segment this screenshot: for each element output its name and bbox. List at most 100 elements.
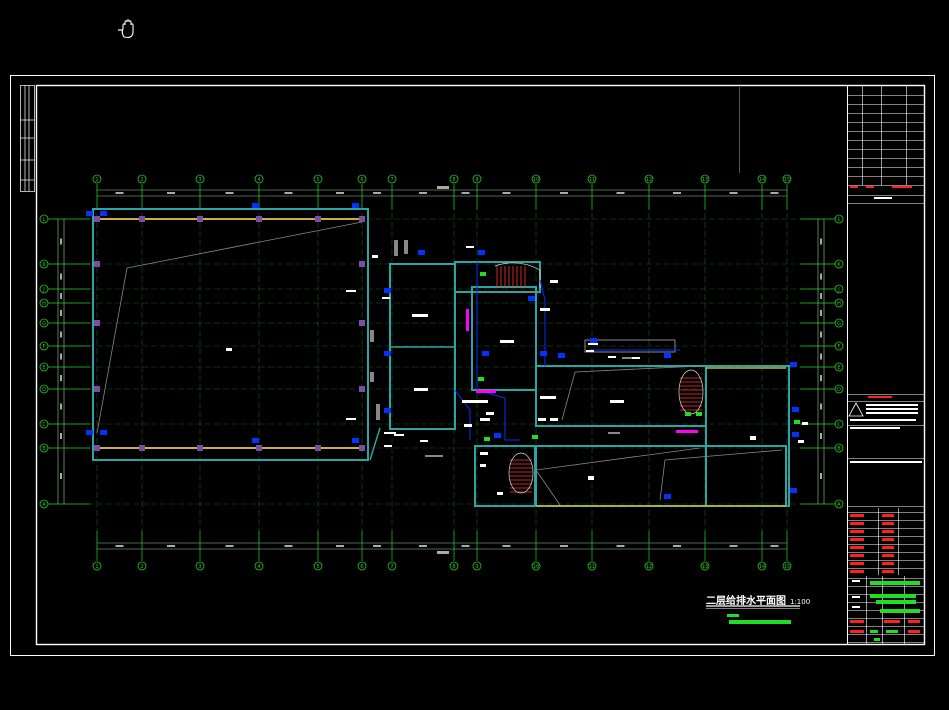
annotation-label: [608, 356, 616, 358]
annotation-label: [480, 418, 490, 421]
valve: [685, 412, 691, 416]
dim-text: [820, 353, 822, 360]
column: [359, 261, 365, 267]
dim-text: [336, 192, 344, 194]
tb-red-cell: [884, 620, 900, 623]
dim-text: [820, 473, 822, 479]
dim-text: [336, 545, 344, 547]
axis-bubble-label: 9: [475, 177, 478, 183]
annotation-label: [480, 452, 488, 455]
annotation-label: [462, 400, 488, 403]
pipe-network: [86, 203, 800, 499]
tb-red-cell: [882, 554, 894, 557]
tb-red-note: [850, 186, 858, 188]
annotation-label: [420, 440, 428, 442]
annotation-label: [550, 280, 558, 283]
plumbing-fixture: [792, 432, 799, 437]
axis-bubble-label: D: [837, 387, 841, 393]
drawing-title: 二层给排水平面图 1:100: [706, 592, 810, 607]
dim-text: [60, 403, 62, 410]
axis-bubble-label: G: [837, 321, 841, 327]
axis-bubble-label: H: [42, 301, 46, 307]
annotation-label: [464, 424, 472, 427]
plumbing-fixture: [384, 288, 391, 293]
legend-mark: [727, 614, 739, 617]
dim-text: [60, 433, 62, 439]
axis-bubble-label: 4: [257, 564, 260, 570]
column: [359, 386, 365, 392]
axis-bubble-label: 10: [533, 564, 539, 570]
tb-red-cell: [850, 620, 864, 623]
dim-total-bottom: [437, 551, 449, 554]
plumbing-fixture: [252, 438, 259, 443]
dim-text: [729, 545, 738, 547]
annotation-label: [588, 343, 598, 345]
axis-bubble-label: 14: [759, 564, 765, 570]
pan-hand-icon: [118, 19, 134, 39]
stair-lower: [508, 452, 534, 494]
tb-red-cell: [882, 570, 894, 573]
axis-bubble-label: C: [837, 422, 841, 428]
plumbing-fixture: [100, 211, 107, 216]
dim-text: [820, 433, 822, 439]
axis-bubble-label: 10: [533, 177, 539, 183]
annotation-label: [497, 492, 503, 495]
dim-text: [461, 192, 470, 194]
axis-bubble-label: A: [837, 502, 841, 508]
plumbing-fixture: [494, 433, 501, 438]
annotation-label: [588, 476, 594, 480]
tb-text: [874, 197, 892, 199]
axis-bubble-label: 2: [140, 564, 143, 570]
column: [359, 445, 365, 451]
roof-line-2: [535, 447, 701, 506]
tb-green-cell: [870, 581, 920, 585]
axis-bubble-label: 6: [360, 177, 363, 183]
tb-green-cell: [886, 630, 898, 633]
valve: [696, 412, 702, 416]
dim-text: [820, 310, 822, 316]
column: [359, 320, 365, 326]
stair-rail: [678, 369, 704, 415]
annotation-small: [404, 240, 408, 254]
column: [315, 216, 321, 222]
dim-total-top: [437, 186, 449, 189]
supply-pipe-branch: [454, 389, 471, 440]
valve: [484, 437, 490, 441]
axis-bubble-label: 7: [390, 177, 393, 183]
axis-bubble-label: 11: [589, 177, 595, 183]
plumbing-fixture: [384, 408, 391, 413]
dim-text: [60, 375, 62, 381]
plumbing-fixture: [478, 250, 485, 255]
annotation-label: [540, 396, 556, 399]
axis-bubble-label: 7: [390, 564, 393, 570]
axis-bubble-label: K: [837, 262, 841, 268]
column: [139, 216, 145, 222]
annotation-small: [622, 357, 632, 359]
stair-rail: [508, 452, 534, 494]
axis-bubble-label: A: [42, 502, 46, 508]
tb-red-cell: [882, 538, 894, 541]
dim-text: [115, 192, 124, 194]
axis-bubble-label: 1: [95, 177, 98, 183]
annotation-label: [610, 400, 624, 403]
stair-rail: [494, 262, 541, 288]
annotation-label: [750, 436, 756, 440]
annotation-label: [346, 418, 356, 420]
valve: [480, 272, 486, 276]
wall-room-right-1: [535, 365, 707, 427]
dim-text: [560, 192, 568, 194]
column: [94, 216, 100, 222]
dim-text: [820, 293, 822, 299]
tb-red-cell: [850, 538, 864, 541]
dimension-lines: [57, 186, 825, 554]
axis-bubble-label: 3: [198, 564, 201, 570]
tb-red-cell: [850, 554, 864, 557]
axis-bubble-label: D: [42, 387, 46, 393]
axis-bubble-label: 13: [702, 177, 708, 183]
axis-bubble-label: 8: [452, 564, 455, 570]
plumbing-fixture: [418, 250, 425, 255]
tb-red-cell: [882, 530, 894, 533]
tb-green-cell: [880, 609, 920, 613]
drain-riser: [676, 430, 698, 433]
tb-red-cell: [850, 514, 864, 517]
